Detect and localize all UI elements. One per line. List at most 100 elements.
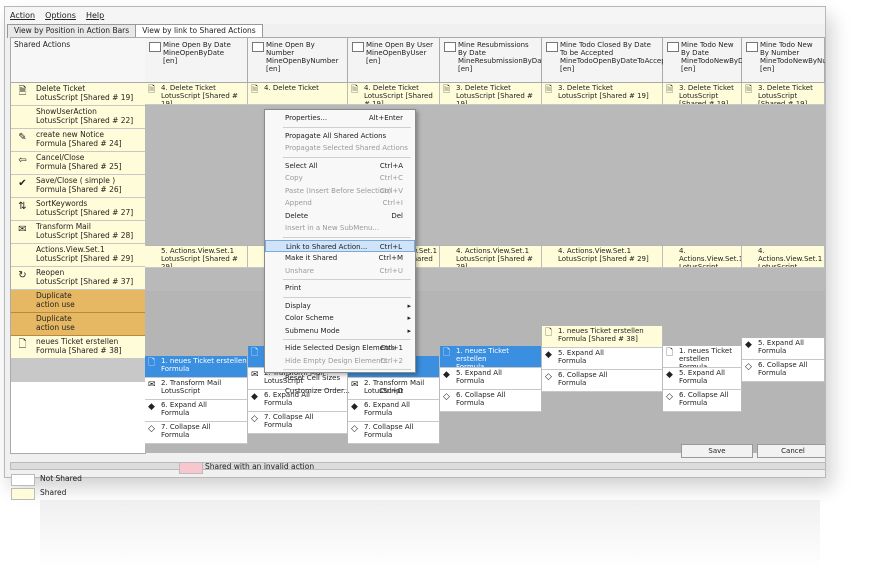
menu-action[interactable]: Action bbox=[10, 11, 35, 20]
column-header[interactable]: Mine Todo Closed By Date To be Accepted M… bbox=[542, 38, 669, 83]
context-menu-item[interactable]: Delete Del bbox=[265, 210, 415, 222]
action-cell[interactable]: 🗋 1. neues Ticket erstellen Formula [Share… bbox=[542, 326, 663, 348]
shared-action-type: LotusScript [Shared # 28] bbox=[36, 231, 134, 240]
action-cell[interactable]: 4. Actions.View.Set.1LotusScript [Shared… bbox=[742, 246, 825, 268]
context-menu-item[interactable]: Print bbox=[265, 282, 415, 294]
action-cell-name: 4. Actions.View.Set.1 bbox=[758, 247, 823, 263]
column-header[interactable]: Mine Open By Date MineOpenByDate [en] bbox=[145, 38, 248, 83]
column-header-line: MineTodoOpenByDateToAccept bbox=[560, 57, 669, 65]
action-cell-type: LotusScript [Shared # 29] bbox=[558, 255, 649, 263]
action-cell-type: Formula bbox=[161, 365, 190, 373]
shared-action-type: action use bbox=[36, 323, 75, 332]
action-cell-name: 5. Expand All bbox=[558, 349, 604, 357]
cancel-button[interactable]: Cancel bbox=[757, 444, 825, 458]
action-cell-type: Formula bbox=[264, 421, 293, 429]
action-cell[interactable]: ✉ 2. Transform Mail LotusScript bbox=[145, 378, 248, 400]
context-menu-item[interactable]: Color Scheme ▸ bbox=[265, 312, 415, 324]
shared-action-row[interactable]: 🗋 neues Ticket erstellen Formula [Shared #… bbox=[11, 336, 145, 359]
action-cell[interactable]: 🗎 3. Delete Ticket LotusScript [Shared # 1… bbox=[742, 83, 825, 105]
context-menu-item[interactable]: Hide Selected Design Elements Ctrl+1 bbox=[265, 342, 415, 354]
menu-separator bbox=[283, 236, 411, 238]
action-cell[interactable]: 🗋 1. neues Ticket erstellen Formula bbox=[440, 346, 542, 368]
action-cell[interactable]: 🗎 4. Delete Ticket LotusScript [Shared # 1… bbox=[145, 83, 248, 105]
action-cell[interactable]: 🗎 4. Delete Ticket LotusScript [Shared # 1… bbox=[348, 83, 440, 105]
action-cell[interactable]: ◆ 6. Expand All Formula bbox=[348, 400, 440, 422]
action-cell[interactable]: 4. Actions.View.Set.1LotusScript [Shared… bbox=[440, 246, 542, 268]
shared-action-row[interactable]: ✔ Save/Close ( simple ) Formula [Shared # … bbox=[11, 175, 145, 198]
expand-icon: ◆ bbox=[545, 350, 552, 360]
context-menu-item[interactable]: Select All Ctrl+A bbox=[265, 160, 415, 172]
action-cell[interactable]: ◇ 7. Collapse All Formula bbox=[348, 422, 440, 444]
action-cell[interactable]: ◇ 6. Collapse All Formula bbox=[440, 390, 542, 412]
action-cell-name: 3. Delete Ticket bbox=[558, 84, 613, 92]
shared-action-name: Save/Close ( simple ) bbox=[36, 176, 116, 185]
context-menu-label: Copy bbox=[285, 174, 303, 182]
action-cell[interactable]: ◆ 5. Expand All Formula bbox=[440, 368, 542, 390]
column-header[interactable]: Mine Open By User MineOpenByUser [en] bbox=[348, 38, 440, 83]
context-menu-item[interactable]: Properties... Alt+Enter bbox=[265, 112, 415, 124]
action-cell[interactable]: ◇ 6. Collapse All Formula bbox=[663, 390, 742, 412]
context-menu-label: Display bbox=[285, 301, 311, 310]
action-cell[interactable]: ◆ 6. Expand All Formula bbox=[145, 400, 248, 422]
context-menu-item: Hide Empty Design Elements Ctrl+2 bbox=[265, 355, 415, 367]
shared-action-row[interactable]: ↻ Reopen LotusScript [Shared # 37] bbox=[11, 267, 145, 290]
context-menu-item[interactable]: Submenu Mode ▸ bbox=[265, 325, 415, 337]
save-button[interactable]: Save bbox=[681, 444, 753, 458]
context-menu-item: Copy Ctrl+C bbox=[265, 172, 415, 184]
action-cell[interactable]: 🗋 1. neues Ticket erstellen Formula bbox=[145, 356, 248, 378]
action-cell[interactable]: 🗎 3. Delete Ticket LotusScript [Shared # 1… bbox=[663, 83, 742, 105]
expand-icon: ◆ bbox=[251, 392, 258, 402]
shared-action-row[interactable]: ✉ Transform Mail LotusScript [Shared # 28] bbox=[11, 221, 145, 244]
tab-view-by-position[interactable]: View by Position in Action Bars bbox=[7, 24, 137, 38]
action-cell[interactable]: ◆ 5. Expand All Formula bbox=[542, 348, 663, 370]
action-cell-name: 1. neues Ticket erstellen bbox=[558, 327, 644, 335]
action-cell-type: Formula [Shared # 38] bbox=[558, 335, 638, 343]
shared-action-row[interactable]: Duplicate action use bbox=[11, 290, 145, 313]
action-cell[interactable]: 4. Actions.View.Set.1LotusScript [Shared… bbox=[542, 246, 663, 268]
shared-action-row[interactable]: ✎ create new Notice Formula [Shared # 24] bbox=[11, 129, 145, 152]
shared-action-row[interactable]: ⇦ Cancel/Close Formula [Shared # 25] bbox=[11, 152, 145, 175]
context-menu-item[interactable]: Display ▸ bbox=[265, 300, 415, 312]
context-menu-item[interactable]: Reset Cell Sizes bbox=[265, 372, 415, 384]
action-cell[interactable]: 4. Actions.View.Set.1LotusScript [Shared… bbox=[663, 246, 742, 268]
action-cell-type: LotusScript [Shared # 19] bbox=[364, 92, 433, 105]
action-cell[interactable]: ◇ 7. Collapse All Formula bbox=[248, 412, 348, 434]
legend-swatch-not-shared bbox=[11, 474, 35, 486]
shared-action-row[interactable]: ⇅ SortKeywords LotusScript [Shared # 27] bbox=[11, 198, 145, 221]
action-cell[interactable]: ◇ 6. Collapse All Formula bbox=[742, 360, 825, 382]
context-menu-label: Propagate Selected Shared Actions bbox=[285, 144, 408, 152]
view-icon bbox=[546, 42, 558, 52]
menu-options[interactable]: Options bbox=[45, 11, 76, 20]
shared-actions-header: Shared Actions bbox=[11, 38, 145, 83]
context-menu-item[interactable]: Make it Shared Ctrl+M bbox=[265, 252, 415, 264]
action-cell[interactable]: 🗋 1. neues Ticket erstellen Formula bbox=[663, 346, 742, 368]
column-header-line: Mine Open By Date bbox=[163, 41, 231, 49]
action-cell[interactable]: 5. Actions.View.Set.1LotusScript [Shared… bbox=[145, 246, 248, 268]
shared-action-row[interactable]: Actions.View.Set.1 LotusScript [Shared # … bbox=[11, 244, 145, 267]
action-cell[interactable]: ◇ 6. Collapse All Formula bbox=[542, 370, 663, 392]
shared-action-row[interactable]: ShowUserAction LotusScript [Shared # 22] bbox=[11, 106, 145, 129]
context-menu-shortcut: Ctrl+C bbox=[379, 174, 403, 182]
action-cell[interactable]: 🗎 4. Delete Ticket bbox=[248, 83, 348, 105]
action-cell-type: Formula bbox=[456, 399, 485, 407]
shared-action-type: LotusScript [Shared # 37] bbox=[36, 277, 134, 286]
action-cell[interactable]: ◆ 5. Expand All Formula bbox=[742, 338, 825, 360]
context-menu-item[interactable]: Customize Order... Ctrl+O bbox=[265, 385, 415, 397]
menu-help[interactable]: Help bbox=[86, 11, 104, 20]
shared-action-row[interactable]: Duplicate action use bbox=[11, 313, 145, 336]
action-cell[interactable]: 🗎 3. Delete Ticket LotusScript [Shared # 1… bbox=[440, 83, 542, 105]
tab-view-by-link[interactable]: View by link to Shared Actions bbox=[135, 24, 263, 38]
collapse-icon: ◇ bbox=[148, 424, 155, 434]
column-header[interactable]: Mine Todo New By NumberMineTodoNewByNumb… bbox=[742, 38, 825, 83]
grid-empty-band bbox=[145, 128, 825, 245]
column-header[interactable]: Mine Todo New By Date MineTodoNewByDate [e… bbox=[663, 38, 755, 83]
context-menu-item[interactable]: Link to Shared Action... Ctrl+L bbox=[265, 239, 415, 252]
column-header[interactable]: Mine Resubmissions By Date MineResubmissi… bbox=[440, 38, 549, 83]
action-cell[interactable]: ◇ 7. Collapse All Formula bbox=[145, 422, 248, 444]
column-header[interactable]: Mine Open By Number MineOpenByNumber [en] bbox=[248, 38, 348, 83]
action-cell[interactable]: 🗎 3. Delete Ticket LotusScript [Shared # 1… bbox=[542, 83, 663, 105]
action-cell[interactable]: ◆ 5. Expand All Formula bbox=[663, 368, 742, 390]
context-menu-item[interactable]: Propagate All Shared Actions bbox=[265, 130, 415, 142]
shared-action-row[interactable]: 🗎 Delete Ticket LotusScript [Shared # 19] bbox=[11, 83, 145, 106]
delete-ticket-icon: 🗎 bbox=[666, 85, 674, 95]
